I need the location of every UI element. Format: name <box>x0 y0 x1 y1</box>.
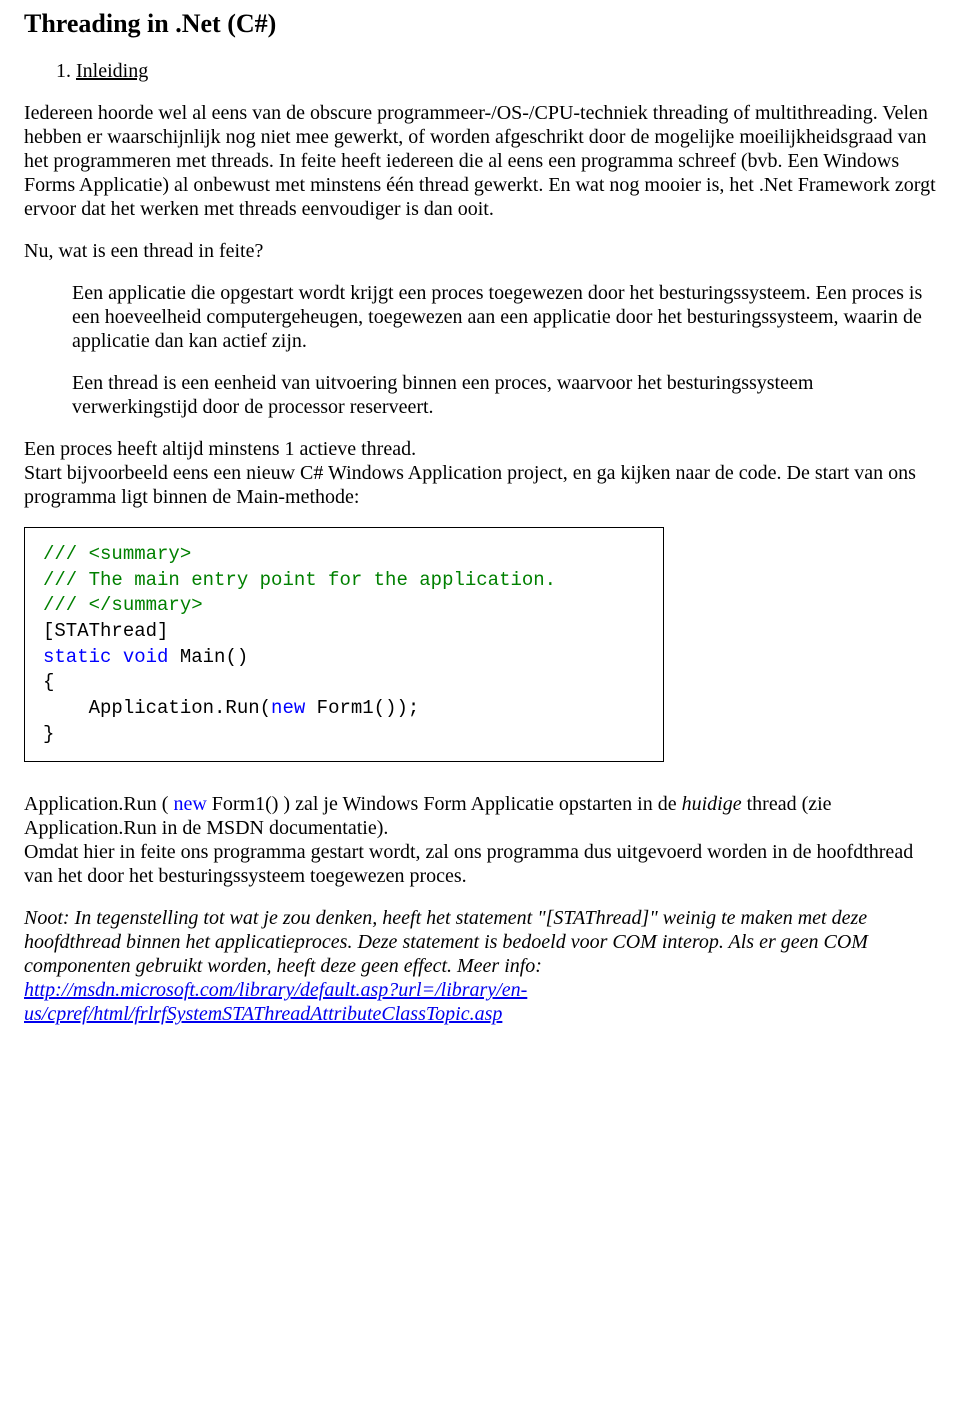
text-segment: Omdat hier in feite ons programma gestar… <box>24 841 913 887</box>
paragraph-example: Een proces heeft altijd minstens 1 actie… <box>24 437 936 509</box>
msdn-link[interactable]: http://msdn.microsoft.com/library/defaul… <box>24 979 527 1025</box>
code-attribute: [STAThread] <box>43 620 168 642</box>
code-keyword: static <box>43 646 111 668</box>
page-title: Threading in .Net (C#) <box>24 8 936 39</box>
code-comment: /// <summary> <box>43 543 191 565</box>
text-line: Start bijvoorbeeld eens een nieuw C# Win… <box>24 462 916 508</box>
text-segment: Form1() ) zal je Windows Form Applicatie… <box>207 793 682 815</box>
italic-text: huidige <box>682 793 742 815</box>
section-number: 1. <box>56 60 71 82</box>
paragraph-intro: Iedereen hoorde wel al eens van de obscu… <box>24 101 936 221</box>
code-keyword: new <box>271 697 305 719</box>
keyword-new: new <box>173 793 206 815</box>
code-comment: /// </summary> <box>43 594 203 616</box>
code-text: Application.Run( <box>43 697 271 719</box>
code-text: Main() <box>180 646 248 668</box>
paragraph-process: Een applicatie die opgestart wordt krijg… <box>72 281 936 353</box>
code-brace: } <box>43 723 54 745</box>
paragraph-run: Application.Run ( new Form1() ) zal je W… <box>24 792 936 888</box>
paragraph-note: Noot: In tegenstelling tot wat je zou de… <box>24 906 936 1026</box>
code-text: Form1()); <box>305 697 419 719</box>
section-heading: 1. Inleiding <box>56 59 936 83</box>
code-keyword: void <box>123 646 169 668</box>
paragraph-question: Nu, wat is een thread in feite? <box>24 239 936 263</box>
paragraph-thread: Een thread is een eenheid van uitvoering… <box>72 371 936 419</box>
code-brace: { <box>43 671 54 693</box>
text-segment: Application.Run ( <box>24 793 173 815</box>
text-line: Een proces heeft altijd minstens 1 actie… <box>24 438 416 460</box>
code-comment: /// The main entry point for the applica… <box>43 569 556 591</box>
code-snippet: /// <summary> /// The main entry point f… <box>24 527 664 762</box>
section-link[interactable]: Inleiding <box>76 60 148 82</box>
note-text: Noot: In tegenstelling tot wat je zou de… <box>24 907 868 977</box>
